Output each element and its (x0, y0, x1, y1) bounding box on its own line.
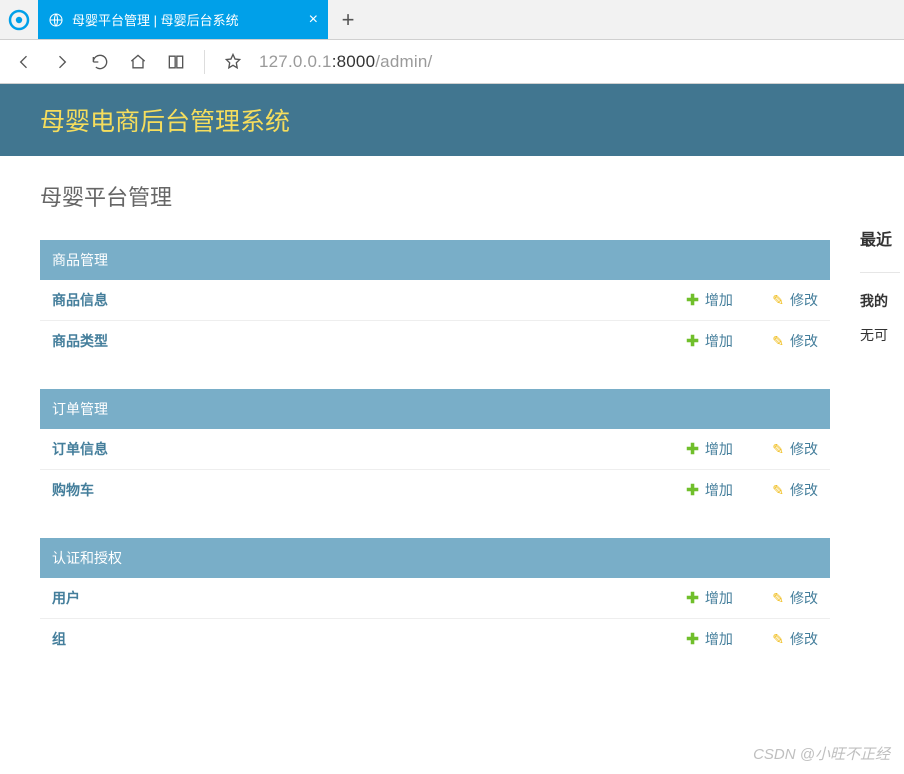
bookmark-button[interactable] (215, 44, 251, 80)
site-header: 母婴电商后台管理系统 (0, 84, 904, 156)
change-label: 修改 (790, 331, 818, 351)
add-link[interactable]: ✚ 增加 (686, 439, 772, 459)
reader-button[interactable] (158, 44, 194, 80)
add-link[interactable]: ✚ 增加 (686, 290, 772, 310)
add-label: 增加 (705, 439, 733, 459)
url-host: 127.0.0.1 (259, 52, 332, 71)
sidebar-divider (860, 272, 900, 273)
add-link[interactable]: ✚ 增加 (686, 588, 772, 608)
globe-icon (48, 12, 64, 28)
module-caption: 商品管理 (40, 240, 830, 280)
change-label: 修改 (790, 629, 818, 649)
change-link[interactable]: ✎ 修改 (772, 480, 818, 500)
recent-actions-heading: 最近 (860, 226, 900, 250)
add-label: 增加 (705, 629, 733, 649)
back-button[interactable] (6, 44, 42, 80)
change-link[interactable]: ✎ 修改 (772, 290, 818, 310)
toolbar-separator (204, 50, 205, 74)
plus-icon: ✚ (686, 630, 699, 648)
add-label: 增加 (705, 480, 733, 500)
close-icon[interactable]: × (309, 11, 318, 29)
browser-logo-icon (0, 0, 38, 39)
model-row: 用户✚ 增加 ✎ 修改 (40, 578, 830, 619)
reload-button[interactable] (82, 44, 118, 80)
add-label: 增加 (705, 588, 733, 608)
site-title: 母婴电商后台管理系统 (40, 108, 290, 136)
change-label: 修改 (790, 290, 818, 310)
module-caption: 订单管理 (40, 389, 830, 429)
tab-title: 母婴平台管理 | 母婴后台系统 (72, 10, 239, 29)
add-link[interactable]: ✚ 增加 (686, 331, 772, 351)
model-row: 组✚ 增加 ✎ 修改 (40, 619, 830, 659)
add-link[interactable]: ✚ 增加 (686, 480, 772, 500)
module: 认证和授权用户✚增加✎修改组✚增加✎修改 (40, 538, 830, 659)
model-row: 商品信息✚ 增加 ✎ 修改 (40, 280, 830, 321)
plus-icon: ✚ (686, 589, 699, 607)
model-link[interactable]: 订单信息 (52, 439, 686, 459)
browser-toolbar: 127.0.0.1:8000/admin/ (0, 40, 904, 84)
plus-icon: ✚ (686, 481, 699, 499)
model-link[interactable]: 用户 (52, 588, 686, 608)
change-link[interactable]: ✎ 修改 (772, 629, 818, 649)
watermark: CSDN @小旺不正经 (753, 743, 890, 764)
model-link[interactable]: 购物车 (52, 480, 686, 500)
model-row: 购物车✚ 增加 ✎ 修改 (40, 470, 830, 510)
page-title: 母婴平台管理 (40, 180, 830, 212)
add-label: 增加 (705, 331, 733, 351)
model-row: 订单信息✚ 增加 ✎ 修改 (40, 429, 830, 470)
sidebar: 最近 我的 无可 (860, 180, 900, 345)
url-port: :8000 (332, 52, 376, 71)
change-link[interactable]: ✎ 修改 (772, 439, 818, 459)
change-label: 修改 (790, 588, 818, 608)
module: 商品管理商品信息✚增加✎修改商品类型✚增加✎修改 (40, 240, 830, 361)
pencil-icon: ✎ (772, 631, 784, 648)
no-actions-text: 无可 (860, 325, 900, 345)
model-link[interactable]: 商品类型 (52, 331, 686, 351)
browser-tab-strip: 母婴平台管理 | 母婴后台系统 × + (0, 0, 904, 40)
pencil-icon: ✎ (772, 482, 784, 499)
model-link[interactable]: 组 (52, 629, 686, 649)
plus-icon: ✚ (686, 332, 699, 350)
url-path: /admin/ (375, 52, 432, 71)
plus-icon: ✚ (686, 291, 699, 309)
change-label: 修改 (790, 439, 818, 459)
module: 订单管理订单信息✚增加✎修改购物车✚增加✎修改 (40, 389, 830, 510)
address-bar[interactable]: 127.0.0.1:8000/admin/ (253, 52, 432, 72)
new-tab-button[interactable]: + (328, 0, 368, 39)
forward-button[interactable] (44, 44, 80, 80)
my-actions-heading: 我的 (860, 291, 900, 311)
pencil-icon: ✎ (772, 441, 784, 458)
plus-icon: ✚ (686, 440, 699, 458)
browser-tab-active[interactable]: 母婴平台管理 | 母婴后台系统 × (38, 0, 328, 39)
change-link[interactable]: ✎ 修改 (772, 331, 818, 351)
home-button[interactable] (120, 44, 156, 80)
module-caption: 认证和授权 (40, 538, 830, 578)
pencil-icon: ✎ (772, 333, 784, 350)
add-link[interactable]: ✚ 增加 (686, 629, 772, 649)
add-label: 增加 (705, 290, 733, 310)
model-link[interactable]: 商品信息 (52, 290, 686, 310)
pencil-icon: ✎ (772, 590, 784, 607)
model-row: 商品类型✚ 增加 ✎ 修改 (40, 321, 830, 361)
change-label: 修改 (790, 480, 818, 500)
change-link[interactable]: ✎ 修改 (772, 588, 818, 608)
pencil-icon: ✎ (772, 292, 784, 309)
